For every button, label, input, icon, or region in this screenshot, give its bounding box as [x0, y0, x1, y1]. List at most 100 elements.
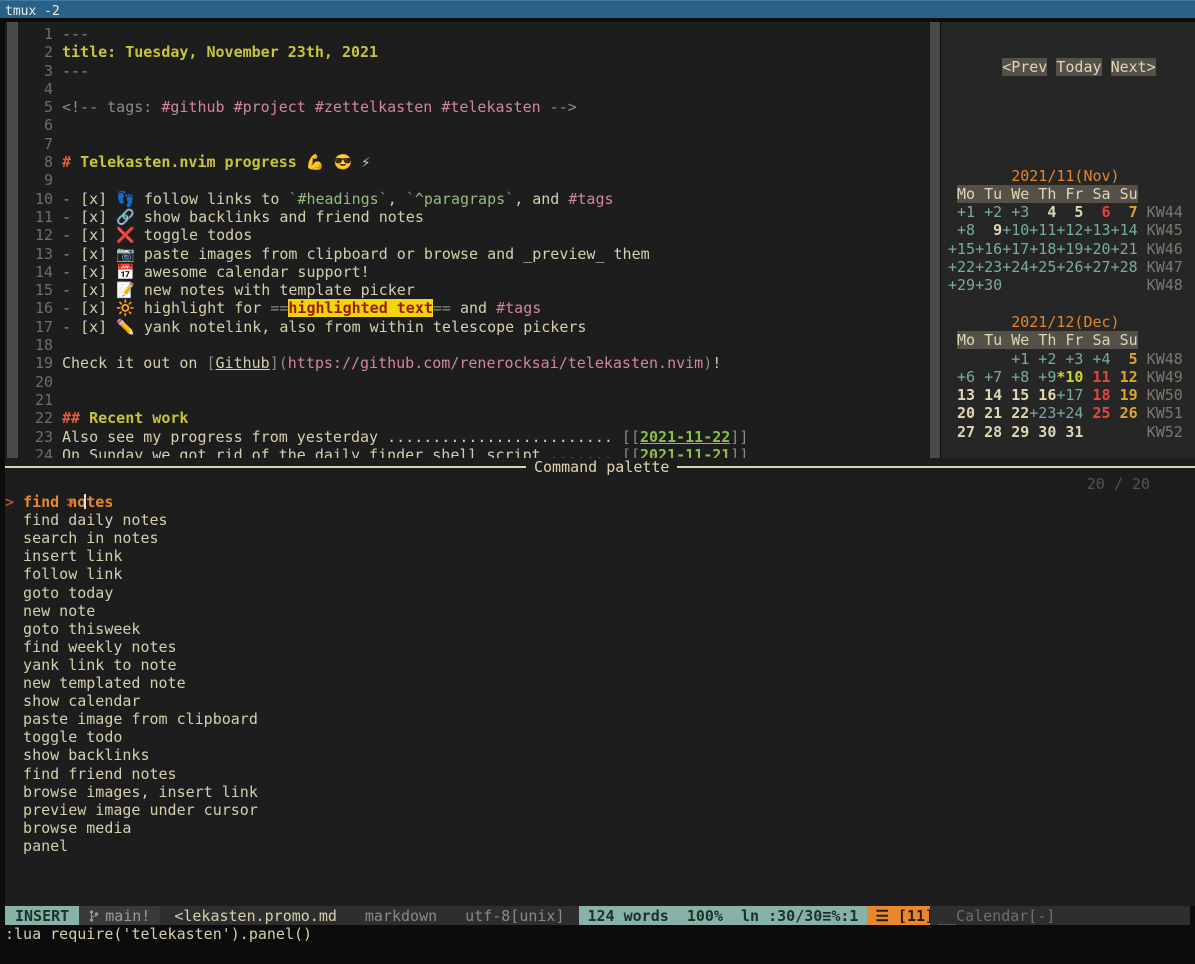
calendar-day[interactable]: 13 [948, 386, 975, 404]
calendar-day[interactable]: +7 [975, 368, 1002, 386]
calendar-day[interactable]: +23 [975, 258, 1002, 276]
calendar-day[interactable] [948, 350, 975, 368]
editor-line[interactable]: 21 [5, 391, 930, 409]
calendar-day[interactable]: 22 [1002, 404, 1029, 422]
calendar-day[interactable]: +16 [975, 240, 1002, 258]
calendar-day[interactable]: 11 [1083, 368, 1110, 386]
calendar-next-button[interactable]: Next> [1111, 58, 1156, 76]
palette-item[interactable]: search in notes [5, 529, 1195, 547]
palette-item-selected[interactable]: > find notes [5, 493, 1195, 511]
calendar-day[interactable]: 12 [1111, 368, 1138, 386]
calendar-day[interactable]: +21 [1111, 240, 1138, 258]
palette-item[interactable]: paste image from clipboard [5, 710, 1195, 728]
editor-line[interactable]: 10- [x] 👣 follow links to `#headings`, `… [5, 190, 930, 208]
editor-line[interactable]: 3--- [5, 62, 930, 80]
calendar-day[interactable]: +28 [1111, 258, 1138, 276]
calendar-day[interactable]: +3 [1002, 203, 1029, 221]
calendar-day[interactable]: 16 [1029, 386, 1056, 404]
calendar-day[interactable]: +18 [1029, 240, 1056, 258]
palette-item[interactable]: goto thisweek [5, 620, 1195, 638]
editor-line[interactable]: 17- [x] ✏️ yank notelink, also from with… [5, 318, 930, 336]
calendar-day[interactable]: +17 [1002, 240, 1029, 258]
palette-item[interactable]: new note [5, 602, 1195, 620]
calendar-day[interactable]: +19 [1056, 240, 1083, 258]
calendar-pane[interactable]: <Prev Today Next> 2021/11(Nov) Mo Tu We … [941, 22, 1195, 458]
calendar-day[interactable]: +2 [1029, 350, 1056, 368]
calendar-day[interactable]: 7 [1111, 203, 1138, 221]
calendar-day[interactable] [1083, 276, 1110, 294]
editor-line[interactable]: 11- [x] 🔗 show backlinks and friend note… [5, 208, 930, 226]
calendar-day[interactable] [1056, 276, 1083, 294]
editor-buffer[interactable]: 1---2title: Tuesday, November 23th, 2021… [5, 25, 930, 464]
calendar-day[interactable]: +8 [1002, 368, 1029, 386]
editor-line[interactable]: 12- [x] ❌ toggle todos [5, 226, 930, 244]
palette-item[interactable]: preview image under cursor [5, 801, 1195, 819]
calendar-day[interactable]: 27 [948, 423, 975, 441]
editor-line[interactable]: 8# Telekasten.nvim progress 💪 😎 ⚡ [5, 153, 930, 171]
calendar-day[interactable]: 14 [975, 386, 1002, 404]
editor-line[interactable]: 22## Recent work [5, 409, 930, 427]
calendar-day[interactable]: +15 [948, 240, 975, 258]
calendar-prev-button[interactable]: <Prev [1002, 58, 1047, 76]
calendar-day[interactable]: +13 [1083, 221, 1110, 239]
palette-item[interactable]: browse images, insert link [5, 783, 1195, 801]
window-titlebar[interactable]: tmux -2 [0, 0, 1195, 18]
calendar-day[interactable]: +24 [1056, 404, 1083, 422]
editor-line[interactable]: 20 [5, 373, 930, 391]
calendar-day[interactable]: 19 [1111, 386, 1138, 404]
calendar-day[interactable]: 25 [1083, 404, 1110, 422]
calendar-day[interactable]: +20 [1083, 240, 1110, 258]
palette-item[interactable]: yank link to note [5, 656, 1195, 674]
editor-line[interactable]: 18 [5, 336, 930, 354]
palette-item[interactable]: show calendar [5, 692, 1195, 710]
calendar-day[interactable] [1002, 276, 1029, 294]
editor-line[interactable]: 4 [5, 80, 930, 98]
editor-line[interactable]: 9 [5, 171, 930, 189]
calendar-day[interactable]: 15 [1002, 386, 1029, 404]
palette-item[interactable]: toggle todo [5, 728, 1195, 746]
calendar-day[interactable] [1083, 423, 1110, 441]
editor-line[interactable]: 6 [5, 116, 930, 134]
palette-item[interactable]: find daily notes [5, 511, 1195, 529]
calendar-day[interactable]: +25 [1029, 258, 1056, 276]
calendar-day[interactable]: +6 [948, 368, 975, 386]
calendar-day[interactable]: +29 [948, 276, 975, 294]
palette-item[interactable]: insert link [5, 547, 1195, 565]
palette-item[interactable]: show backlinks [5, 746, 1195, 764]
calendar-day[interactable]: *10 [1056, 368, 1083, 386]
command-palette[interactable]: Command palette > 20 / 20 > find notes f… [5, 458, 1195, 906]
calendar-day[interactable]: 30 [1029, 423, 1056, 441]
calendar-day[interactable]: +11 [1029, 221, 1056, 239]
palette-item[interactable]: goto today [5, 584, 1195, 602]
calendar-day[interactable]: 5 [1111, 350, 1138, 368]
editor-line[interactable]: 19Check it out on [Github](https://githu… [5, 354, 930, 372]
editor-line[interactable]: 14- [x] 📅 awesome calendar support! [5, 263, 930, 281]
calendar-day[interactable]: 9 [975, 221, 1002, 239]
calendar-day[interactable]: 18 [1083, 386, 1110, 404]
command-line[interactable]: :lua require('telekasten').panel() [5, 925, 312, 943]
editor-line[interactable]: 5<!-- tags: #github #project #zettelkast… [5, 98, 930, 116]
palette-item[interactable]: panel [5, 837, 1195, 855]
editor-line[interactable]: 13- [x] 📷 paste images from clipboard or… [5, 245, 930, 263]
calendar-day[interactable]: 28 [975, 423, 1002, 441]
window-vertical-separator[interactable] [930, 22, 940, 458]
calendar-day[interactable]: 6 [1083, 203, 1110, 221]
editor-line[interactable]: 23Also see my progress from yesterday ..… [5, 428, 930, 446]
calendar-day[interactable]: +23 [1029, 404, 1056, 422]
calendar-day[interactable]: +14 [1111, 221, 1138, 239]
calendar-day[interactable] [1029, 276, 1056, 294]
palette-item[interactable]: follow link [5, 565, 1195, 583]
palette-prompt-row[interactable]: > 20 / 20 [5, 475, 1195, 493]
calendar-day[interactable]: 4 [1029, 203, 1056, 221]
calendar-day[interactable]: +22 [948, 258, 975, 276]
calendar-day[interactable]: 29 [1002, 423, 1029, 441]
editor-line[interactable]: 1--- [5, 25, 930, 43]
calendar-day[interactable] [1111, 276, 1138, 294]
calendar-day[interactable]: +26 [1056, 258, 1083, 276]
editor-line[interactable]: 2title: Tuesday, November 23th, 2021 [5, 43, 930, 61]
editor-line[interactable]: 16- [x] 🔆 highlight for ==highlighted te… [5, 299, 930, 317]
calendar-day[interactable]: +1 [1002, 350, 1029, 368]
calendar-day[interactable] [1111, 423, 1138, 441]
calendar-day[interactable] [975, 350, 1002, 368]
calendar-day[interactable]: +1 [948, 203, 975, 221]
